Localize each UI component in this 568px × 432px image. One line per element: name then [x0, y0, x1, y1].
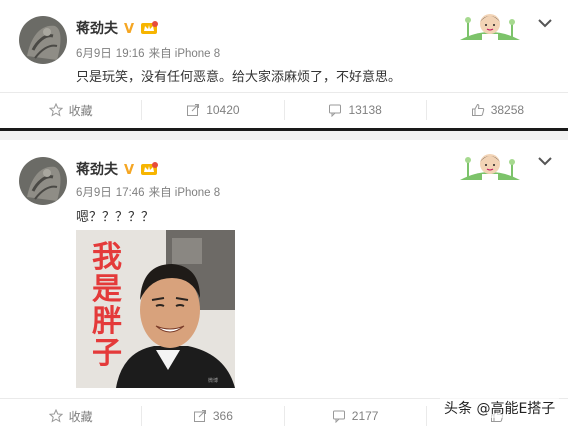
- comment-count: 2177: [351, 409, 379, 423]
- comment-button[interactable]: 2177: [285, 406, 427, 426]
- avatar[interactable]: [19, 16, 67, 64]
- like-count: 38258: [490, 103, 525, 117]
- member-crown-icon[interactable]: [140, 162, 158, 176]
- post-date[interactable]: 6月9日: [76, 48, 112, 60]
- cartoon-badge-icon: [460, 14, 520, 40]
- post-text: 只是玩笑，没有任何恶意。给大家添麻烦了，不好意思。: [76, 70, 402, 85]
- author-row: 蒋劲夫 V: [76, 159, 158, 179]
- repost-button[interactable]: 10420: [142, 100, 285, 120]
- thumbs-up-icon: [471, 103, 484, 116]
- verified-v-icon: V: [124, 163, 134, 176]
- cartoon-badge-icon: [460, 154, 520, 180]
- favorite-button[interactable]: 收藏: [0, 406, 143, 426]
- post-meta: 6月9日 17:46 来自 iPhone 8: [76, 184, 224, 200]
- repost-count: 10420: [206, 103, 240, 117]
- repost-icon: [193, 410, 206, 422]
- svg-text:微博: 微博: [208, 377, 218, 384]
- post-meta: 6月9日 19:16 来自 iPhone 8: [76, 45, 224, 61]
- repost-count: 366: [212, 409, 233, 423]
- post-text: 嗯？？？？？: [76, 210, 155, 225]
- post-image[interactable]: 微博 我是胖子: [76, 230, 235, 388]
- image-caption: 我是胖子: [92, 240, 122, 371]
- post-separator: [0, 128, 568, 140]
- chevron-down-icon[interactable]: [538, 18, 552, 28]
- repost-icon: [187, 104, 200, 116]
- author-name[interactable]: 蒋劲夫: [76, 18, 118, 38]
- post-date[interactable]: 6月9日: [76, 187, 112, 199]
- avatar[interactable]: [19, 157, 67, 205]
- repost-button[interactable]: 366: [142, 406, 285, 426]
- svg-text:V: V: [124, 22, 134, 35]
- post-time[interactable]: 19:16: [116, 48, 145, 60]
- chevron-down-icon[interactable]: [538, 156, 552, 166]
- weibo-post-1: 蒋劲夫 V 6月9日 19:16 来自 iPhone 8 只是玩笑，没有任何恶意。给…: [0, 0, 568, 128]
- favorite-button[interactable]: 收藏: [0, 100, 143, 120]
- comment-icon: [329, 104, 342, 117]
- post-source[interactable]: 来自 iPhone 8: [149, 48, 221, 60]
- comment-button[interactable]: 13138: [285, 100, 427, 120]
- favorite-label: 收藏: [68, 103, 93, 118]
- author-name[interactable]: 蒋劲夫: [76, 159, 118, 179]
- star-icon: [48, 409, 63, 423]
- weibo-post-2: 蒋劲夫 V 6月9日 17:46 来自 iPhone 8 嗯？？？？？ 微博 我…: [0, 140, 568, 432]
- verified-v-icon: V: [124, 22, 134, 35]
- source-watermark: 头条 @高能E搭子: [440, 398, 560, 418]
- like-button[interactable]: 38258: [427, 100, 568, 120]
- action-bar: 收藏 10420 13138 38258: [0, 92, 568, 126]
- author-row: 蒋劲夫 V: [76, 18, 158, 38]
- star-icon: [48, 103, 63, 117]
- svg-text:V: V: [124, 163, 134, 176]
- member-crown-icon[interactable]: [140, 21, 158, 35]
- post-source[interactable]: 来自 iPhone 8: [149, 187, 221, 199]
- post-time[interactable]: 17:46: [116, 187, 145, 199]
- comment-icon: [332, 410, 345, 423]
- comment-count: 13138: [348, 103, 382, 117]
- favorite-label: 收藏: [68, 409, 93, 424]
